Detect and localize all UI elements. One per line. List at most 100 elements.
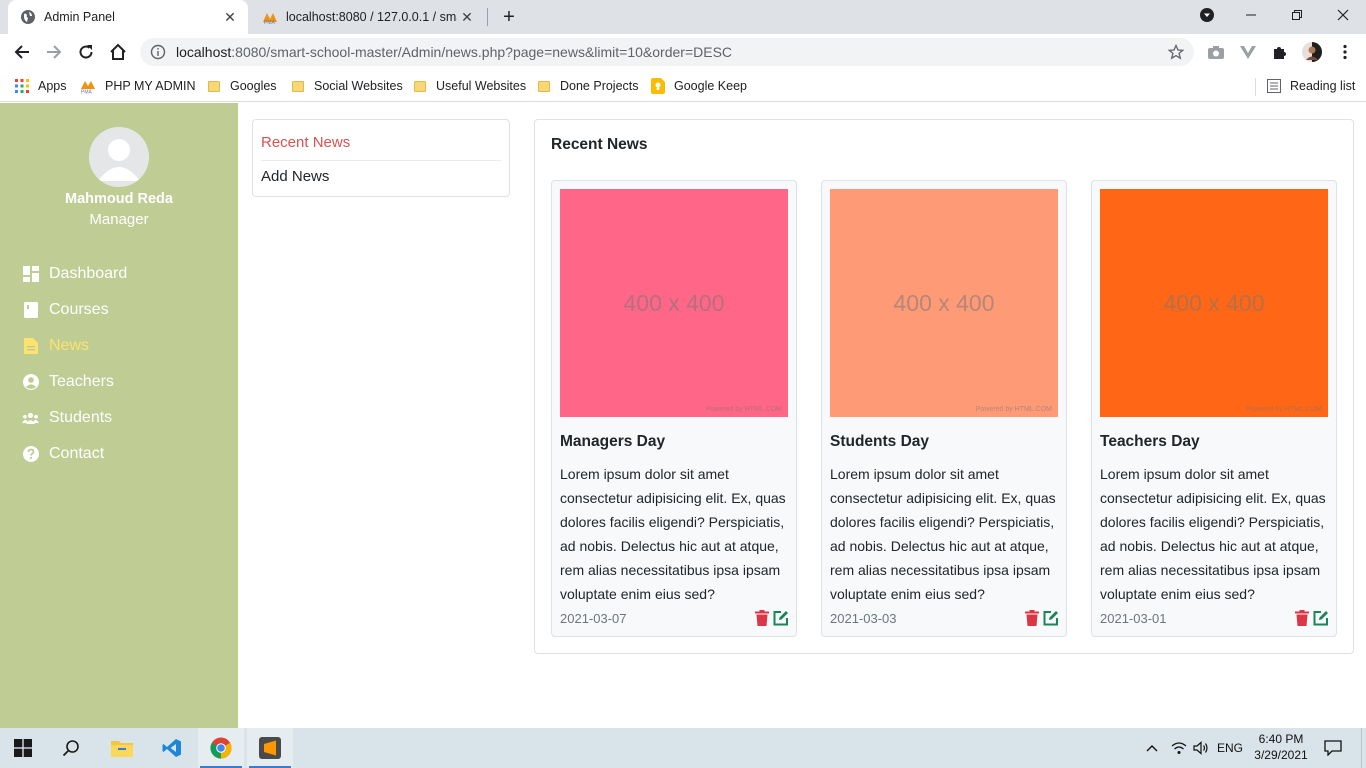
clock-time: 6:40 PM <box>1258 732 1304 746</box>
folder-icon <box>292 80 304 92</box>
trash-icon[interactable] <box>755 610 769 626</box>
tab-phpmyadmin[interactable]: PMA localhost:8080 / 127.0.0.1 / smart ✕ <box>250 0 485 34</box>
trash-icon[interactable] <box>1025 610 1039 626</box>
news-date: 2021-03-03 <box>830 611 897 626</box>
tab-close-icon[interactable]: ✕ <box>220 7 240 27</box>
language-indicator[interactable]: ENG <box>1216 740 1244 756</box>
bookmark-label: PHP MY ADMIN <box>105 79 196 93</box>
profile-name: Mahmoud Reda <box>65 191 173 207</box>
chrome-icon[interactable] <box>198 728 244 768</box>
globe-icon <box>20 9 36 25</box>
news-title: Teachers Day <box>1100 433 1200 450</box>
sidebar-item-dashboard[interactable]: Dashboard <box>0 256 238 292</box>
bookmark-label: Apps <box>38 79 67 93</box>
folder-icon <box>208 80 220 92</box>
google-keep-icon <box>651 78 665 94</box>
user-circle-icon <box>22 374 39 391</box>
sidebar-item-courses[interactable]: Courses <box>0 292 238 328</box>
bookmark-label: Googles <box>230 79 277 93</box>
trash-icon[interactable] <box>1295 610 1309 626</box>
chevron-up-icon[interactable] <box>1144 740 1160 756</box>
news-card: 400 x 400 Powered by HTML.COM Students D… <box>821 180 1067 637</box>
edit-icon[interactable] <box>773 610 789 626</box>
image-credit: Powered by HTML.COM <box>975 406 1052 413</box>
site-info-icon[interactable] <box>150 44 166 60</box>
taskbar-clock[interactable]: 6:40 PM 3/29/2021 <box>1250 731 1312 763</box>
bookmark-done-projects[interactable]: Done Projects <box>538 76 639 96</box>
tab-search-icon[interactable] <box>1184 0 1230 30</box>
image-placeholder-text: 400 x 400 <box>623 289 725 316</box>
bookmarks-bar: Apps PMA PHP MY ADMIN Googles Social Web… <box>0 70 1366 102</box>
bookmark-social-websites[interactable]: Social Websites <box>292 76 403 96</box>
vscode-icon[interactable] <box>149 728 195 768</box>
tab-admin-panel[interactable]: Admin Panel ✕ <box>8 0 248 34</box>
sidebar-item-news[interactable]: News <box>0 328 238 364</box>
news-image: 400 x 400 Powered by HTML.COM <box>1100 189 1328 417</box>
bookmark-google-keep[interactable]: Google Keep <box>651 76 747 96</box>
address-bar[interactable]: localhost:8080/smart-school-master/Admin… <box>140 38 1194 66</box>
image-credit: Powered by HTML.COM <box>705 406 782 413</box>
reading-list-label: Reading list <box>1290 79 1356 93</box>
sidebar-item-label: Dashboard <box>49 265 128 282</box>
subnav-recent-news[interactable]: Recent News <box>261 134 501 151</box>
browser-tab-strip: Admin Panel ✕ PMA localhost:8080 / 127.0… <box>0 0 1366 34</box>
sidebar-item-label: News <box>49 337 90 354</box>
edit-icon[interactable] <box>1313 610 1329 626</box>
bookmark-phpmyadmin[interactable]: PMA PHP MY ADMIN <box>80 76 196 96</box>
news-image: 400 x 400 Powered by HTML.COM <box>560 189 788 417</box>
file-explorer-icon[interactable] <box>99 728 145 768</box>
sidebar-item-teachers[interactable]: Teachers <box>0 364 238 400</box>
forward-arrow-icon[interactable] <box>42 40 66 64</box>
divider <box>261 160 501 161</box>
bookmark-googles[interactable]: Googles <box>208 76 277 96</box>
phpmyadmin-icon: PMA <box>80 78 96 94</box>
bookmarks-separator <box>1255 78 1256 96</box>
news-card: 400 x 400 Powered by HTML.COM Managers D… <box>551 180 797 637</box>
back-arrow-icon[interactable] <box>10 40 34 64</box>
apps-grid-icon <box>15 79 29 93</box>
folder-icon <box>538 80 550 92</box>
show-desktop-button[interactable] <box>1361 728 1366 768</box>
minimize-icon[interactable] <box>1228 0 1274 30</box>
profile-avatar-icon[interactable] <box>1302 42 1322 62</box>
subnav-add-news[interactable]: Add News <box>261 168 501 185</box>
bookmark-label: Google Keep <box>674 79 747 93</box>
page-title: Recent News <box>551 136 648 153</box>
extensions-puzzle-icon[interactable] <box>1271 43 1289 61</box>
vue-devtools-icon[interactable] <box>1239 43 1257 61</box>
sidebar-item-contact[interactable]: Contact <box>0 436 238 472</box>
bookmark-apps[interactable]: Apps <box>15 76 67 96</box>
sidebar-item-label: Teachers <box>49 373 114 390</box>
folder-icon <box>414 80 426 92</box>
browser-toolbar: localhost:8080/smart-school-master/Admin… <box>0 34 1366 70</box>
svg-text:PMA: PMA <box>81 90 93 95</box>
dashboard-icon <box>22 266 39 283</box>
sidebar-item-label: Courses <box>49 301 109 318</box>
reading-list-button[interactable]: Reading list <box>1267 76 1355 96</box>
restore-icon[interactable] <box>1274 0 1320 30</box>
volume-icon[interactable] <box>1192 740 1210 756</box>
news-subnav: Recent News Add News <box>252 119 510 197</box>
news-title: Managers Day <box>560 433 666 450</box>
sidebar-nav: Dashboard Courses News Teachers Students <box>0 256 238 472</box>
notification-icon[interactable] <box>1322 740 1344 756</box>
sidebar-item-students[interactable]: Students <box>0 400 238 436</box>
tab-close-icon[interactable]: ✕ <box>457 7 477 27</box>
search-icon[interactable] <box>48 728 94 768</box>
camera-extension-icon[interactable] <box>1207 43 1225 61</box>
close-window-icon[interactable] <box>1320 0 1366 30</box>
wifi-icon[interactable] <box>1170 740 1188 756</box>
new-tab-icon[interactable]: + <box>498 6 520 28</box>
bookmark-useful-websites[interactable]: Useful Websites <box>414 76 526 96</box>
home-icon[interactable] <box>106 40 130 64</box>
tab-title: localhost:8080 / 127.0.0.1 / smart <box>286 10 457 24</box>
bookmark-label: Social Websites <box>314 79 403 93</box>
reading-list-icon <box>1267 79 1281 93</box>
reload-icon[interactable] <box>74 40 98 64</box>
sublime-text-icon[interactable] <box>247 728 293 768</box>
windows-start-icon[interactable] <box>0 728 46 768</box>
bookmark-star-icon[interactable] <box>1167 43 1185 60</box>
bookmark-label: Done Projects <box>560 79 639 93</box>
chrome-menu-icon[interactable] <box>1336 43 1354 61</box>
edit-icon[interactable] <box>1043 610 1059 626</box>
